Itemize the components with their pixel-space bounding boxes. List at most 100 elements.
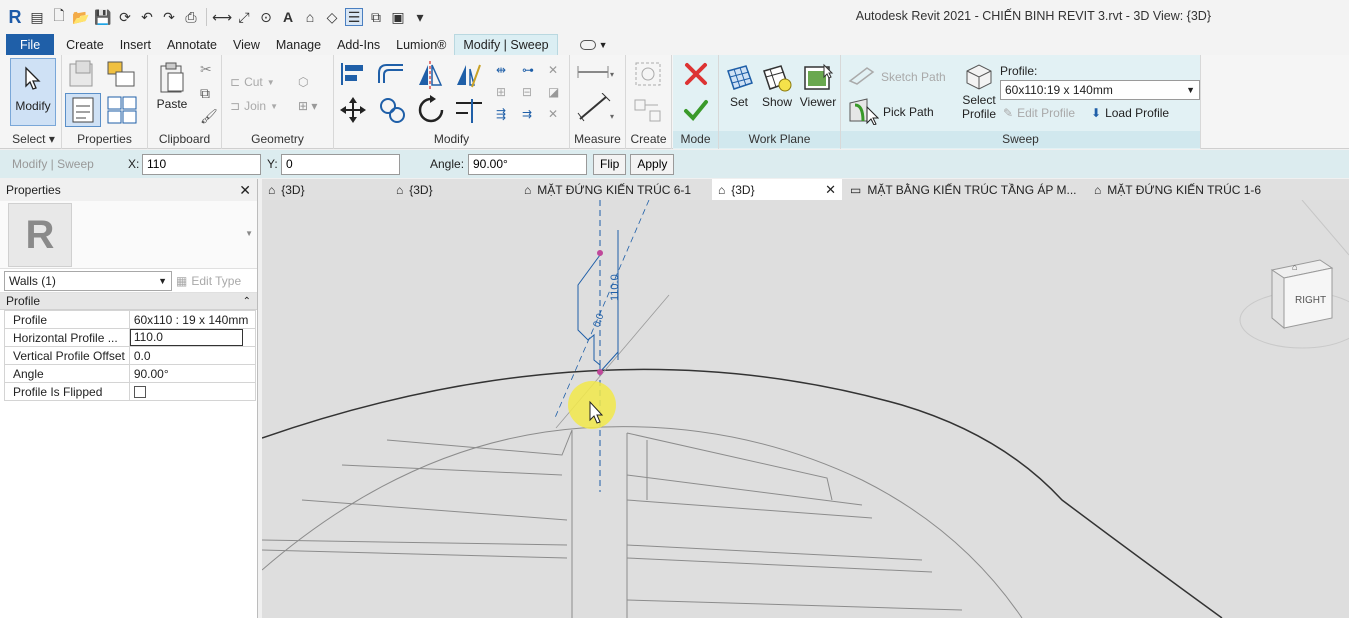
pick-path-button[interactable]: Pick Path bbox=[847, 95, 934, 128]
viewer-button[interactable]: Viewer bbox=[799, 61, 837, 109]
section-icon[interactable]: ◇ bbox=[323, 8, 341, 26]
join-geometry-button[interactable]: ⊐ Join ▼ bbox=[230, 99, 278, 113]
y-input[interactable] bbox=[281, 153, 400, 175]
array-icon[interactable]: ⊞ bbox=[496, 85, 506, 99]
3d-viewport[interactable]: 110.0 0.0 RIGHT ⌂ bbox=[262, 200, 1349, 618]
mirror-draw-axis-icon[interactable] bbox=[454, 61, 482, 92]
close-icon[interactable]: ✕ bbox=[825, 182, 836, 198]
measure-between-icon[interactable]: ▾ bbox=[576, 63, 616, 84]
tab-create[interactable]: Create bbox=[58, 34, 112, 55]
show-work-plane-button[interactable]: Show bbox=[759, 61, 795, 109]
align-icon[interactable] bbox=[339, 61, 367, 90]
sketch-path-button[interactable]: Sketch Path bbox=[847, 65, 946, 88]
set-work-plane-button[interactable]: Set bbox=[723, 61, 755, 109]
cut-geometry-button[interactable]: ⊏ Cut ▼ bbox=[230, 75, 275, 89]
edit-profile-button[interactable]: ✎ Edit Profile bbox=[1003, 106, 1075, 120]
open-file-icon[interactable]: 📂 bbox=[72, 8, 90, 26]
tab-manage[interactable]: Manage bbox=[268, 34, 329, 55]
property-value[interactable]: 0.0 bbox=[128, 346, 257, 365]
default-3d-view-icon[interactable]: ⌂ bbox=[301, 8, 319, 26]
modify-button[interactable]: Modify bbox=[10, 58, 56, 126]
view-tab-3d-active[interactable]: ⌂ {3D} ✕ bbox=[712, 179, 842, 200]
mirror-pick-axis-icon[interactable] bbox=[416, 61, 444, 92]
model-canvas[interactable]: 110.0 0.0 RIGHT ⌂ bbox=[262, 200, 1349, 618]
split-element-icon[interactable]: ⇹ bbox=[496, 63, 506, 77]
view-tab-floor-plan[interactable]: ▭ MẶT BẰNG KIẾN TRÚC TẦNG ÁP M... bbox=[844, 179, 1083, 200]
finish-sweep-icon[interactable] bbox=[683, 97, 709, 126]
new-file-icon[interactable]: 🗋 bbox=[50, 7, 68, 26]
view-tab-elevation-1-6[interactable]: ⌂ MẶT ĐỨNG KIẾN TRÚC 1-6 bbox=[1088, 179, 1267, 200]
wall-joins-icon[interactable]: ⬡ bbox=[298, 75, 308, 89]
x-input[interactable] bbox=[142, 153, 261, 175]
dimension-label-0[interactable]: 0.0 bbox=[591, 312, 606, 329]
dimension-label-110[interactable]: 110.0 bbox=[609, 274, 621, 301]
type-selector-dropdown[interactable]: Walls (1) ▼ bbox=[4, 270, 172, 291]
ribbon-options-toggle[interactable]: ▼ bbox=[572, 34, 616, 55]
flip-button[interactable]: Flip bbox=[593, 153, 627, 175]
panel-label-select[interactable]: Select ▾ bbox=[6, 131, 61, 148]
create-similar-icon[interactable] bbox=[632, 59, 664, 92]
aligned-dimension-tool-icon[interactable]: ▾ bbox=[576, 92, 616, 126]
chevron-down-icon[interactable]: ▼ bbox=[245, 229, 253, 238]
offset-icon[interactable] bbox=[376, 61, 406, 90]
angle-input[interactable] bbox=[468, 153, 587, 175]
redo-icon[interactable]: ↷ bbox=[160, 8, 178, 26]
property-value[interactable]: 60x110 : 19 x 140mm bbox=[128, 310, 257, 329]
close-icon[interactable]: ✕ bbox=[239, 182, 251, 199]
viewcube[interactable]: RIGHT ⌂ bbox=[1239, 259, 1349, 349]
save-icon[interactable]: 💾 bbox=[94, 8, 112, 26]
family-types-icon[interactable] bbox=[106, 60, 138, 91]
profile-flipped-checkbox[interactable] bbox=[133, 386, 146, 399]
measure-icon[interactable]: ⟷ bbox=[212, 8, 232, 26]
tab-file[interactable]: File bbox=[6, 34, 55, 55]
viewcube-home-icon[interactable]: ⌂ bbox=[1292, 262, 1297, 272]
view-tab-3d-1[interactable]: ⌂ {3D} bbox=[262, 179, 311, 200]
select-profile-button[interactable]: Select Profile bbox=[959, 59, 999, 121]
type-properties-icon[interactable] bbox=[68, 60, 98, 91]
viewcube-left-face[interactable] bbox=[1271, 269, 1285, 330]
split-face-icon[interactable]: ⊞ ▾ bbox=[298, 99, 317, 113]
scale-icon[interactable]: ⊟ bbox=[522, 85, 532, 99]
cancel-sweep-icon[interactable] bbox=[683, 61, 709, 90]
revit-logo-icon[interactable]: R bbox=[6, 7, 24, 27]
delete-icon[interactable]: ✕ bbox=[548, 107, 558, 121]
property-value-editing[interactable]: 110.0 bbox=[128, 328, 257, 347]
close-hidden-windows-icon[interactable]: ⧉ bbox=[367, 8, 385, 26]
customize-qat-icon[interactable]: ▾ bbox=[411, 8, 429, 26]
match-properties-icon[interactable]: 🖌 bbox=[200, 108, 218, 125]
property-group-header[interactable]: Profile ⌃ bbox=[0, 293, 257, 310]
move-icon[interactable] bbox=[338, 95, 368, 128]
copy-icon[interactable]: ⧉ bbox=[200, 85, 210, 102]
print-icon[interactable]: ⎙ bbox=[182, 8, 200, 26]
tag-icon[interactable]: ⊙ bbox=[257, 8, 275, 26]
tab-modify-sweep[interactable]: Modify | Sweep bbox=[454, 34, 558, 55]
sync-icon[interactable]: ⟳ bbox=[116, 8, 134, 26]
tab-annotate[interactable]: Annotate bbox=[159, 34, 225, 55]
apply-button[interactable]: Apply bbox=[630, 153, 675, 175]
cut-icon[interactable]: ✂ bbox=[200, 61, 212, 78]
tab-insert[interactable]: Insert bbox=[112, 34, 159, 55]
aligned-dimension-icon[interactable]: ⤢ bbox=[235, 8, 253, 26]
profile-dropdown[interactable]: 60x110:19 x 140mm ▼ bbox=[1000, 80, 1200, 100]
tab-view[interactable]: View bbox=[225, 34, 268, 55]
property-value[interactable]: 90.00° bbox=[128, 364, 257, 383]
trim-extend-icon[interactable] bbox=[454, 97, 484, 128]
thin-lines-icon[interactable]: ☰ bbox=[345, 8, 363, 26]
horizontal-offset-input[interactable]: 110.0 bbox=[130, 329, 243, 346]
switch-windows-icon[interactable]: ▣ bbox=[389, 8, 407, 26]
tab-lumion[interactable]: Lumion® bbox=[388, 34, 454, 55]
paste-button[interactable]: Paste bbox=[152, 59, 192, 111]
trim-single-icon[interactable]: ⇉ bbox=[522, 107, 532, 121]
split-with-gap-icon[interactable]: ⊶ bbox=[522, 63, 534, 77]
view-tab-elevation-6-1[interactable]: ⌂ MẶT ĐỨNG KIẾN TRÚC 6-1 bbox=[518, 179, 697, 200]
recent-files-icon[interactable]: ▤ bbox=[28, 8, 46, 26]
tab-add-ins[interactable]: Add-Ins bbox=[329, 34, 388, 55]
edit-type-button[interactable]: ▦ Edit Type bbox=[176, 274, 241, 288]
load-profile-button[interactable]: ⬇ Load Profile bbox=[1091, 106, 1169, 120]
create-group-icon[interactable] bbox=[632, 97, 664, 128]
unpin-icon[interactable]: ◪ bbox=[548, 85, 559, 99]
rotate-icon[interactable] bbox=[416, 95, 446, 128]
undo-icon[interactable]: ↶ bbox=[138, 8, 156, 26]
view-tab-3d-2[interactable]: ⌂ {3D} bbox=[390, 179, 439, 200]
pin-icon[interactable]: ✕ bbox=[548, 63, 558, 77]
